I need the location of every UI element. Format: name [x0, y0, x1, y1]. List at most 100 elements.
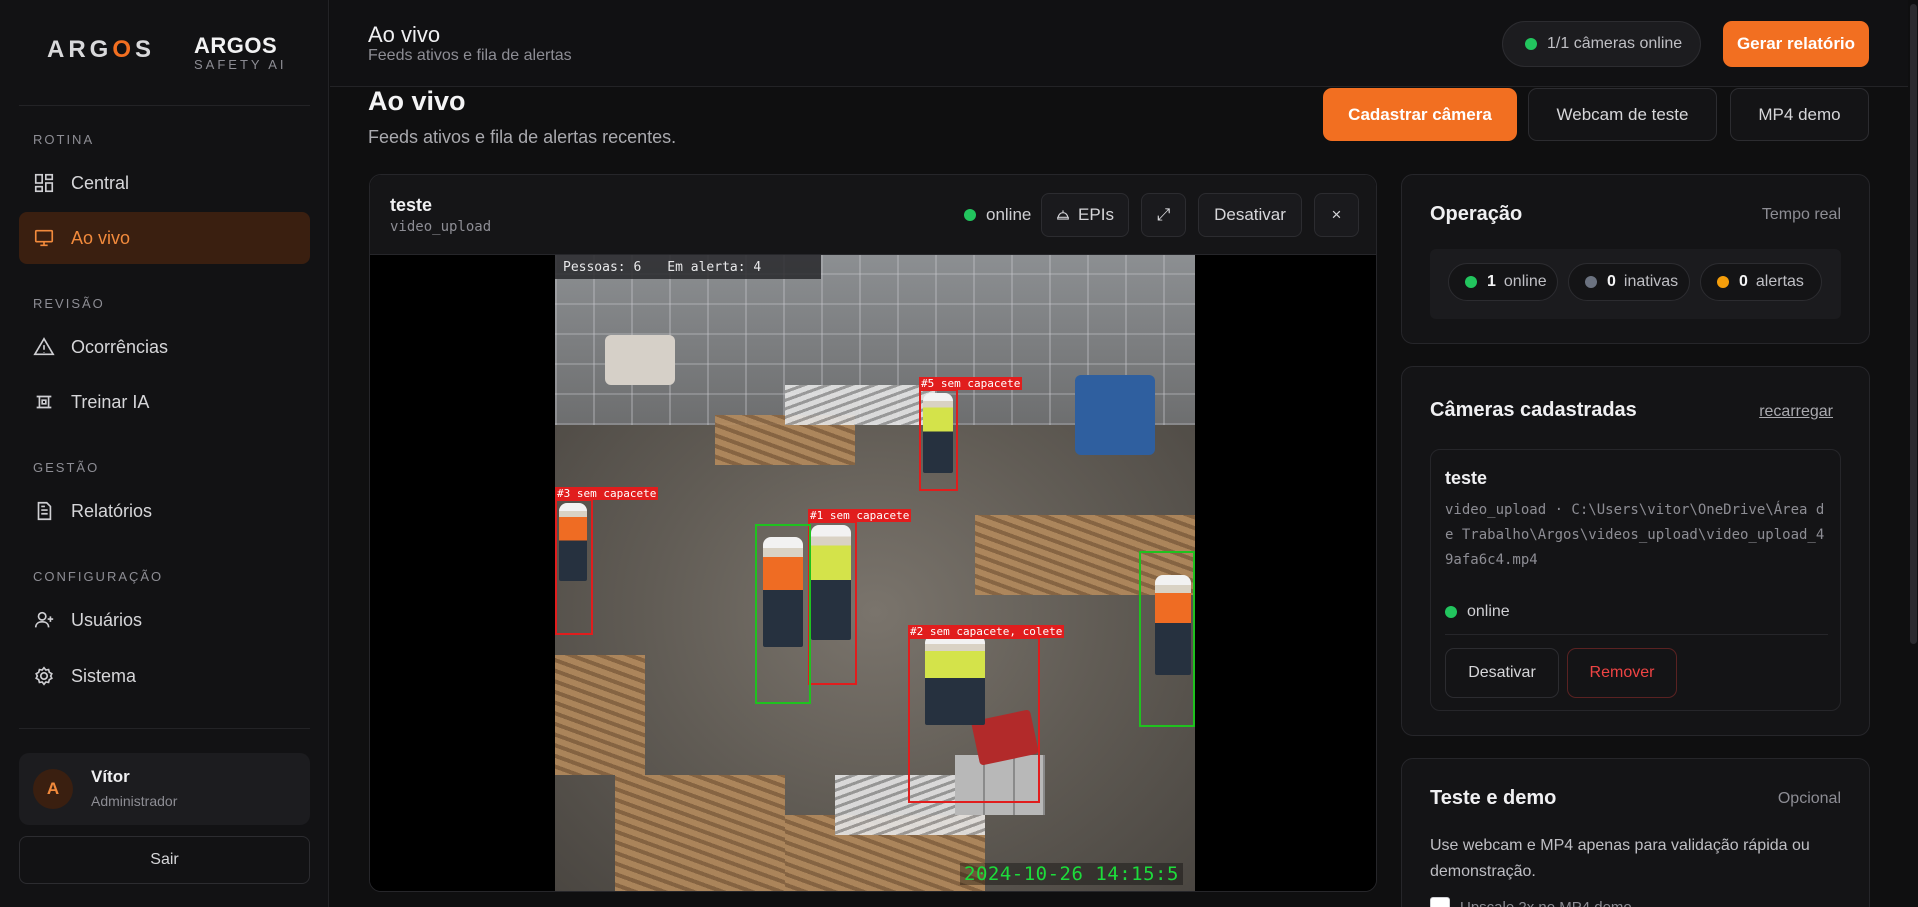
stat-label: alertas: [1755, 273, 1804, 290]
train-icon: [33, 391, 55, 413]
camera-item-name: teste: [1445, 468, 1488, 488]
planks-shape: [555, 655, 645, 775]
detection-hud: Pessoas: 6 Em alerta: 4: [555, 255, 821, 279]
upscale-label: Upscale 2x no MP4 demo: [1460, 898, 1632, 907]
stat-value: 1: [1487, 273, 1496, 290]
camera-status-text: online: [986, 205, 1032, 224]
gear-icon: [33, 665, 55, 687]
video-timestamp: 2024-10-26 14:15:5: [960, 863, 1183, 885]
nav-section-configuracao: CONFIGURAÇÃO: [33, 569, 164, 584]
tarp-shape: [1075, 375, 1155, 455]
page-title: Ao vivo: [368, 86, 466, 116]
topbar: Ao vivo Feeds ativos e fila de alertas 1…: [330, 0, 1918, 87]
test-webcam-button[interactable]: Webcam de teste: [1528, 88, 1717, 141]
app-root: ARGOS ARGOS SAFETY AI ROTINA Central Ao …: [0, 0, 1918, 907]
optional-label: Opcional: [1777, 790, 1841, 807]
camera-status: online: [964, 205, 1031, 225]
stat-value: 0: [1607, 273, 1616, 290]
sidebar-item-sistema[interactable]: Sistema: [19, 650, 310, 702]
online-dot-icon: [964, 209, 976, 221]
people-count: Pessoas: 6: [563, 259, 642, 275]
brand: ARGOS ARGOS SAFETY AI: [19, 0, 310, 106]
alert-dot-icon: [1717, 276, 1729, 288]
detection-box[interactable]: #5 sem capacete: [919, 377, 1023, 491]
sidebar-item-relatorios[interactable]: Relatórios: [19, 485, 310, 537]
topbar-title: Ao vivo: [368, 22, 441, 47]
stat-alerts: 0 alertas: [1700, 263, 1822, 301]
remove-camera-button[interactable]: Remover: [1567, 648, 1677, 698]
nav-section-gestao: GESTÃO: [33, 460, 100, 475]
stat-online: 1 online: [1448, 263, 1558, 301]
user-card[interactable]: A Vítor Administrador: [19, 753, 310, 825]
sidebar-item-treinar-ia[interactable]: Treinar IA: [19, 376, 310, 428]
upscale-option[interactable]: Upscale 2x no MP4 demo: [1430, 897, 1632, 907]
scrollbar-thumb[interactable]: [1910, 4, 1917, 644]
page-subtitle: Feeds ativos e fila de alertas recentes.: [368, 127, 677, 147]
sidebar-item-usuarios[interactable]: Usuários: [19, 594, 310, 646]
stat-value: 0: [1739, 273, 1748, 290]
camera-source: video_upload: [390, 219, 492, 235]
test-demo-description: Use webcam e MP4 apenas para validação r…: [1430, 837, 1810, 880]
excavator-shape: [605, 335, 675, 385]
expand-icon[interactable]: ⤢: [1141, 193, 1186, 237]
epis-label: EPIs: [1078, 205, 1114, 224]
sidebar-item-label: Ao vivo: [71, 227, 131, 248]
detection-box[interactable]: #3 sem capacete: [555, 487, 659, 635]
cameras-online-status: 1/1 câmeras online: [1502, 21, 1701, 67]
realtime-label: Tempo real: [1761, 206, 1841, 223]
deactivate-camera-button[interactable]: Desativar: [1198, 193, 1302, 237]
document-icon: [33, 500, 55, 522]
brand-subtitle: SAFETY AI: [194, 57, 287, 72]
cameras-online-text: 1/1 câmeras online: [1547, 35, 1683, 52]
upscale-checkbox[interactable]: [1430, 897, 1450, 907]
camera-list-item: teste video_upload · C:\Users\vitor\OneD…: [1430, 449, 1841, 711]
pipes-shape: [785, 385, 935, 425]
sidebar-divider: [19, 728, 310, 729]
generate-report-button[interactable]: Gerar relatório: [1723, 21, 1869, 67]
user-role: Administrador: [91, 793, 178, 809]
video-frame: #5 sem capacete #3 sem capacete #1 sem c…: [555, 255, 1195, 891]
user-name: Vítor: [91, 767, 130, 786]
epis-button[interactable]: EPIs: [1041, 193, 1129, 237]
detection-box[interactable]: [1139, 551, 1195, 727]
detection-label: #1 sem capacete: [808, 509, 912, 522]
topbar-subtitle: Feeds ativos e fila de alertas: [368, 47, 572, 64]
nav-section-rotina: ROTINA: [33, 132, 95, 147]
sidebar: ARGOS ARGOS SAFETY AI ROTINA Central Ao …: [0, 0, 329, 907]
camera-item-status: online: [1445, 603, 1510, 621]
detection-box[interactable]: [755, 524, 811, 704]
deactivate-camera-item-button[interactable]: Desativar: [1445, 648, 1559, 698]
camera-item-path: video_upload · C:\Users\vitor\OneDrive\Á…: [1445, 502, 1825, 568]
divider: [1445, 634, 1828, 635]
register-camera-button[interactable]: Cadastrar câmera: [1323, 88, 1517, 141]
operation-stats: 1 online 0 inativas 0 alertas: [1430, 249, 1841, 319]
nav-section-revisao: REVISÃO: [33, 296, 105, 311]
dashboard-icon: [33, 172, 55, 194]
user-add-icon: [33, 609, 55, 631]
sidebar-item-central[interactable]: Central: [19, 157, 310, 209]
detection-label: #5 sem capacete: [919, 377, 1023, 390]
detection-box[interactable]: #2 sem capacete, colete: [908, 625, 1065, 803]
close-icon[interactable]: ×: [1314, 193, 1359, 237]
registered-cameras-title: Câmeras cadastradas: [1430, 399, 1637, 421]
detection-label: #2 sem capacete, colete: [908, 625, 1065, 638]
camera-name: teste: [390, 195, 433, 215]
video-feed[interactable]: #5 sem capacete #3 sem capacete #1 sem c…: [370, 255, 1376, 891]
sidebar-item-label: Treinar IA: [71, 391, 150, 412]
sidebar-item-ao-vivo[interactable]: Ao vivo: [19, 212, 310, 264]
logout-button[interactable]: Sair: [19, 836, 310, 884]
operation-panel: Operação Tempo real 1 online 0 inativas …: [1401, 174, 1870, 344]
sidebar-item-ocorrencias[interactable]: Ocorrências: [19, 321, 310, 373]
camera-item-status-text: online: [1467, 603, 1510, 620]
reload-link[interactable]: recarregar: [1759, 403, 1833, 421]
mp4-demo-button[interactable]: MP4 demo: [1730, 88, 1869, 141]
camera-feed-card: teste video_upload online EPIs ⤢ Desativ…: [369, 174, 1377, 892]
sidebar-item-label: Central: [71, 172, 130, 193]
detection-box[interactable]: #1 sem capacete: [808, 509, 912, 685]
registered-cameras-panel: Câmeras cadastradas recarregar teste vid…: [1401, 366, 1870, 736]
logo[interactable]: ARGOS: [47, 36, 155, 64]
stat-label: inativas: [1623, 273, 1679, 290]
sidebar-item-label: Relatórios: [71, 500, 153, 521]
helmet-icon: [1056, 208, 1070, 222]
monitor-icon: [33, 227, 55, 249]
